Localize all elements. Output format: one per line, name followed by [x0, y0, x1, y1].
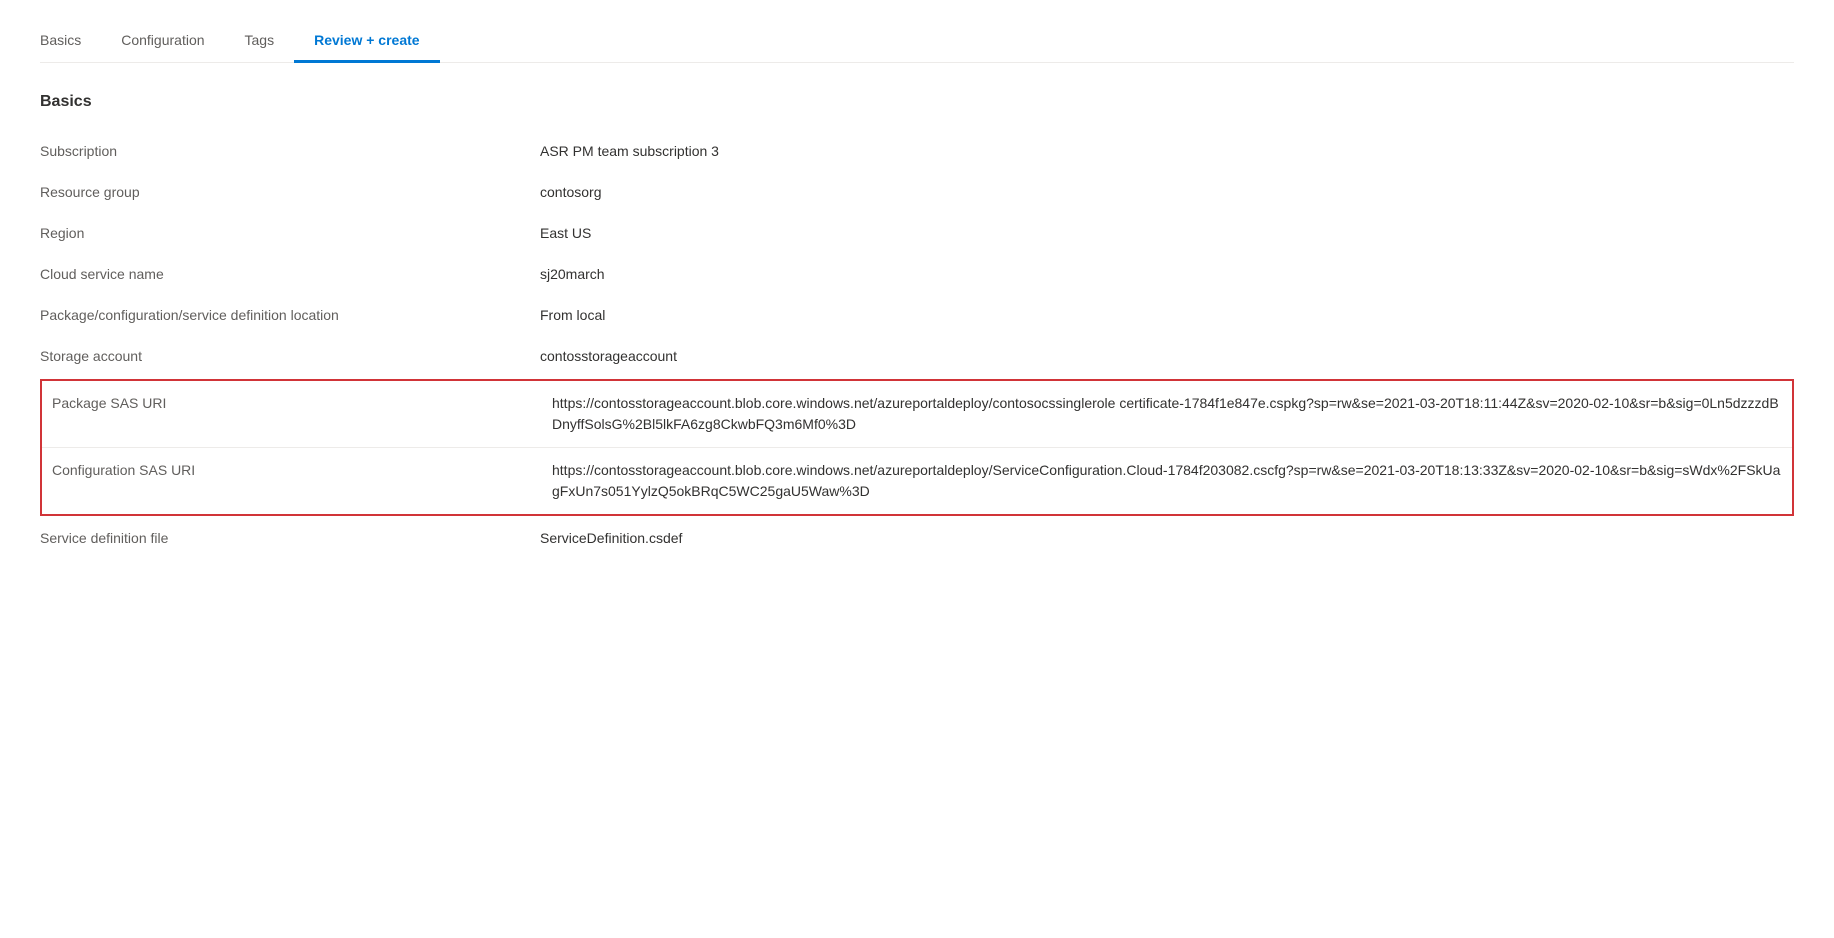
row-storage-account: Storage account contosstorageaccount — [40, 336, 1794, 377]
row-cloud-service-name: Cloud service name sj20march — [40, 254, 1794, 295]
row-package-location: Package/configuration/service definition… — [40, 295, 1794, 336]
value-service-definition-file: ServiceDefinition.csdef — [540, 528, 1794, 549]
label-package-sas-uri: Package SAS URI — [52, 393, 552, 414]
value-subscription: ASR PM team subscription 3 — [540, 141, 1794, 162]
label-region: Region — [40, 223, 540, 244]
label-package-location: Package/configuration/service definition… — [40, 305, 540, 326]
value-package-location: From local — [540, 305, 1794, 326]
value-configuration-sas-uri: https://contosstorageaccount.blob.core.w… — [552, 460, 1782, 502]
value-package-sas-uri: https://contosstorageaccount.blob.core.w… — [552, 393, 1782, 435]
tab-configuration[interactable]: Configuration — [101, 20, 224, 63]
value-resource-group: contosorg — [540, 182, 1794, 203]
highlighted-uri-block: Package SAS URI https://contosstorageacc… — [40, 379, 1794, 516]
row-configuration-sas-uri: Configuration SAS URI https://contosstor… — [42, 447, 1792, 514]
label-service-definition-file: Service definition file — [40, 528, 540, 549]
tabs-nav: Basics Configuration Tags Review + creat… — [40, 0, 1794, 63]
label-cloud-service-name: Cloud service name — [40, 264, 540, 285]
tab-tags[interactable]: Tags — [225, 20, 295, 63]
label-resource-group: Resource group — [40, 182, 540, 203]
label-configuration-sas-uri: Configuration SAS URI — [52, 460, 552, 481]
value-region: East US — [540, 223, 1794, 244]
page-container: Basics Configuration Tags Review + creat… — [0, 0, 1834, 589]
main-content: Basics Subscription ASR PM team subscrip… — [40, 63, 1794, 589]
row-region: Region East US — [40, 213, 1794, 254]
value-storage-account: contosstorageaccount — [540, 346, 1794, 367]
section-basics-title: Basics — [40, 93, 1794, 111]
label-storage-account: Storage account — [40, 346, 540, 367]
row-service-definition-file: Service definition file ServiceDefinitio… — [40, 518, 1794, 559]
label-subscription: Subscription — [40, 141, 540, 162]
row-resource-group: Resource group contosorg — [40, 172, 1794, 213]
row-package-sas-uri: Package SAS URI https://contosstorageacc… — [42, 381, 1792, 447]
tab-review-create[interactable]: Review + create — [294, 20, 439, 63]
value-cloud-service-name: sj20march — [540, 264, 1794, 285]
row-subscription: Subscription ASR PM team subscription 3 — [40, 131, 1794, 172]
tab-basics[interactable]: Basics — [40, 20, 101, 63]
